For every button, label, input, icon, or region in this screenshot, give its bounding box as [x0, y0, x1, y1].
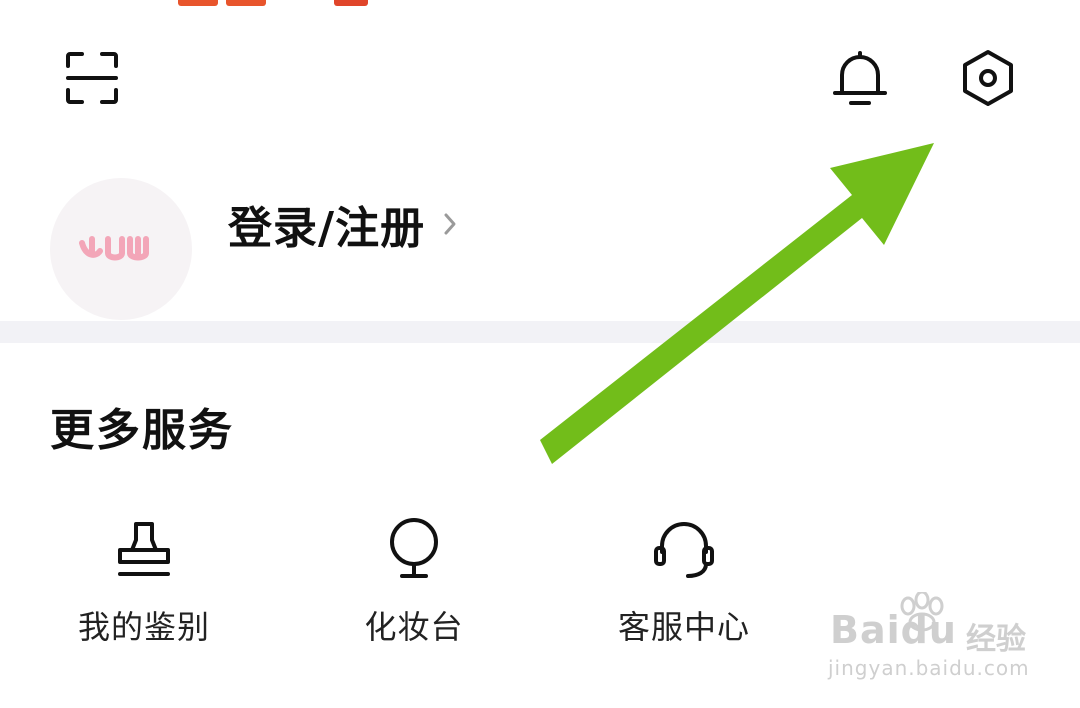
baidu-jingyan-watermark: Baidu 经验 jingyan.baidu.com [826, 592, 1029, 692]
notification-button[interactable] [824, 42, 896, 114]
stamp-icon [118, 522, 170, 576]
bell-icon [833, 51, 887, 105]
login-register-label: 登录/注册 [228, 203, 426, 254]
mirror-icon [390, 518, 438, 578]
more-services-title: 更多服务 [50, 405, 234, 456]
login-register-link[interactable]: 登录/注册 [228, 196, 457, 254]
settings-button[interactable] [952, 42, 1024, 114]
service-label: 我的鉴别 [77, 608, 210, 646]
service-vanity[interactable]: 化妆台 [304, 512, 524, 652]
service-my-appraisal[interactable]: 我的鉴别 [34, 512, 254, 652]
service-label: 化妆台 [364, 608, 464, 646]
watermark-url: jingyan.baidu.com [828, 656, 1030, 680]
status-icon [178, 0, 218, 6]
status-icon [334, 0, 368, 6]
service-label: 客服中心 [617, 608, 750, 646]
watermark-brand: Baidu [830, 608, 957, 652]
scan-button[interactable] [56, 42, 128, 114]
avatar-placeholder-icon [79, 236, 149, 261]
avatar[interactable] [50, 178, 192, 320]
service-customer-center[interactable]: 客服中心 [574, 512, 794, 652]
headset-icon [654, 522, 714, 578]
status-bar-remnant [0, 0, 1080, 8]
status-icon [226, 0, 266, 6]
scan-icon [66, 52, 118, 104]
watermark-sub: 经验 [966, 622, 1026, 657]
profile-row: 登录/注册 [0, 170, 1080, 320]
hexagon-gear-icon [963, 50, 1013, 106]
chevron-right-icon [444, 213, 456, 235]
section-divider [0, 321, 1080, 343]
